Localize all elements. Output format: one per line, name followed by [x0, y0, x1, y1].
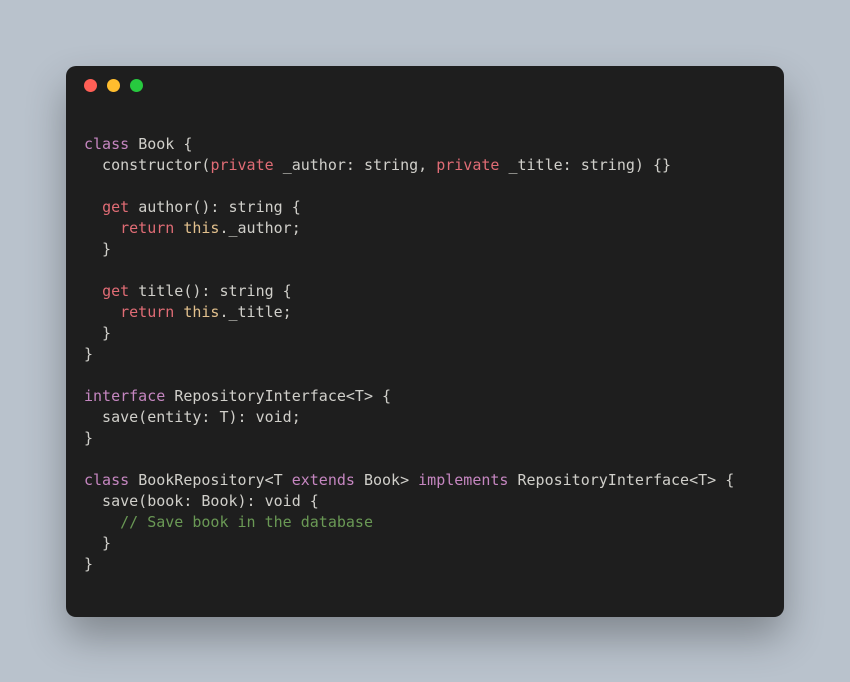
window-titlebar	[66, 66, 784, 106]
code-token: class	[84, 471, 138, 489]
code-token: private	[210, 156, 282, 174]
code-token: return	[120, 219, 183, 237]
code-line	[84, 260, 766, 281]
code-line: }	[84, 554, 766, 575]
code-token: interface	[84, 387, 174, 405]
code-token	[84, 198, 102, 216]
code-token: private	[436, 156, 508, 174]
code-window: class Book { constructor(private _author…	[66, 66, 784, 617]
code-token	[84, 219, 120, 237]
code-token: constructor(	[84, 156, 210, 174]
code-line: }	[84, 239, 766, 260]
code-line: class BookRepository<T extends Book> imp…	[84, 470, 766, 491]
code-token: Book {	[138, 135, 192, 153]
code-line: get author(): string {	[84, 197, 766, 218]
code-token: class	[84, 135, 138, 153]
maximize-icon[interactable]	[130, 79, 143, 92]
code-token: }	[84, 555, 93, 573]
code-token: author(): string {	[138, 198, 301, 216]
code-line: save(book: Book): void {	[84, 491, 766, 512]
code-token: }	[84, 429, 93, 447]
code-editor[interactable]: class Book { constructor(private _author…	[66, 106, 784, 617]
code-token: title(): string {	[138, 282, 292, 300]
code-line: interface RepositoryInterface<T> {	[84, 386, 766, 407]
code-line: }	[84, 323, 766, 344]
code-token: this	[183, 303, 219, 321]
code-token: // Save book in the database	[120, 513, 373, 531]
code-token: get	[102, 282, 138, 300]
code-token: get	[102, 198, 138, 216]
code-token: _title: string) {}	[508, 156, 671, 174]
close-icon[interactable]	[84, 79, 97, 92]
code-line	[84, 365, 766, 386]
code-line: constructor(private _author: string, pri…	[84, 155, 766, 176]
code-token: extends	[292, 471, 364, 489]
code-token: }	[84, 534, 111, 552]
code-token: }	[84, 240, 111, 258]
code-token: _author: string,	[283, 156, 437, 174]
code-token: }	[84, 324, 111, 342]
code-line: class Book {	[84, 134, 766, 155]
code-token	[84, 303, 120, 321]
code-token	[84, 513, 120, 531]
code-token: ._title;	[219, 303, 291, 321]
code-line: }	[84, 344, 766, 365]
code-line: save(entity: T): void;	[84, 407, 766, 428]
code-token: ._author;	[219, 219, 300, 237]
code-token: implements	[418, 471, 517, 489]
code-token: Book>	[364, 471, 418, 489]
code-token: }	[84, 345, 93, 363]
code-line: return this._author;	[84, 218, 766, 239]
code-token: save(book: Book): void {	[84, 492, 319, 510]
code-token: save(entity: T): void;	[84, 408, 301, 426]
minimize-icon[interactable]	[107, 79, 120, 92]
code-line	[84, 176, 766, 197]
code-token: return	[120, 303, 183, 321]
code-token: RepositoryInterface<T> {	[518, 471, 735, 489]
code-line: return this._title;	[84, 302, 766, 323]
code-token	[84, 282, 102, 300]
code-line: }	[84, 428, 766, 449]
code-line	[84, 449, 766, 470]
code-line: get title(): string {	[84, 281, 766, 302]
code-token: this	[183, 219, 219, 237]
code-token: BookRepository<T	[138, 471, 292, 489]
code-line: // Save book in the database	[84, 512, 766, 533]
code-line: }	[84, 533, 766, 554]
code-token: RepositoryInterface<T> {	[174, 387, 391, 405]
